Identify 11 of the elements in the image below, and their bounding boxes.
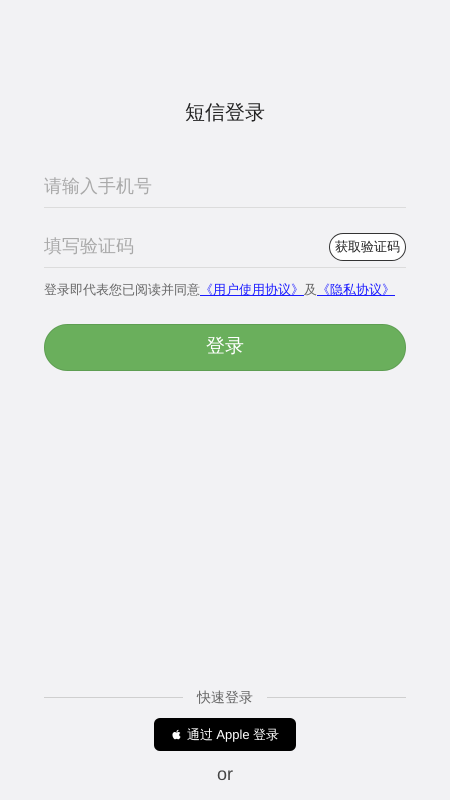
code-input-field[interactable]: 填写验证码: [44, 233, 321, 260]
get-code-button[interactable]: 获取验证码: [329, 232, 406, 260]
user-agreement-link[interactable]: 《用户使用协议》: [200, 282, 304, 297]
privacy-agreement-link[interactable]: 《隐私协议》: [317, 282, 395, 297]
apple-icon: [170, 729, 182, 740]
quick-login-label: 快速登录: [197, 688, 253, 707]
apple-login-button[interactable]: 通过 Apple 登录: [154, 718, 296, 751]
agreement-text: 登录即代表您已阅读并同意《用户使用协议》及《隐私协议》: [44, 281, 396, 299]
page-title: 短信登录: [185, 101, 265, 126]
or-text: or: [216, 763, 233, 786]
phone-input-field[interactable]: 请输入手机号: [44, 173, 406, 200]
